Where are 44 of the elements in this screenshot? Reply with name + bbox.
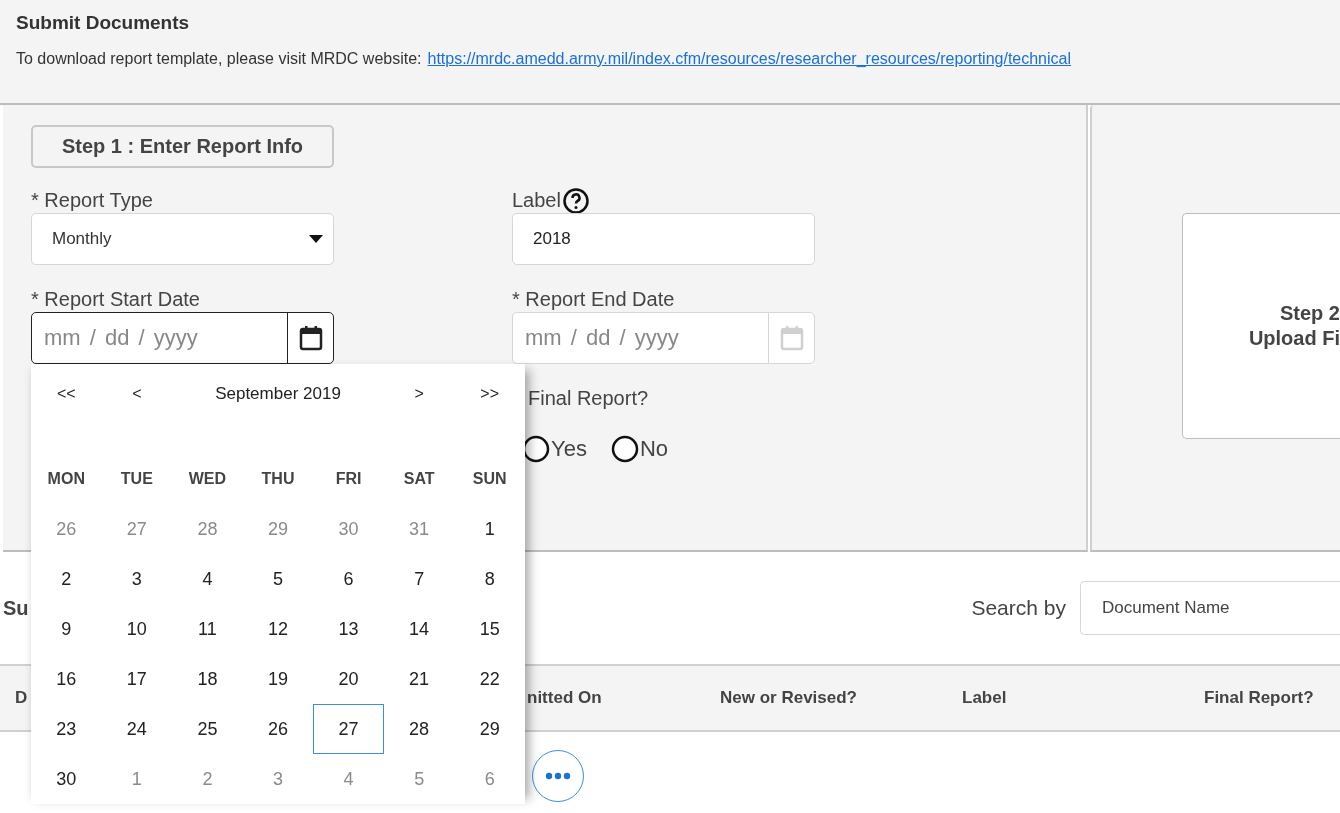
weekday-label: THU [260, 469, 296, 489]
next-button[interactable]: > [383, 374, 455, 414]
template-link[interactable]: https://mrdc.amedd.army.mil/index.cfm/resources/researcher_resources/reporting/technical [427, 50, 1072, 68]
date-field[interactable]: mm / dd / yyyy [31, 312, 334, 364]
search-select[interactable]: Document Name [1080, 581, 1340, 635]
field-label: * Report End Date [512, 287, 676, 312]
step-heading[interactable]: Step 1 : Enter Report Info [31, 125, 334, 168]
column-header[interactable]: nitted On [527, 688, 602, 707]
column-header[interactable]: New or Revised? [720, 688, 857, 707]
weekday-label: SAT [402, 469, 436, 489]
report-type-select[interactable]: Monthly [31, 213, 334, 265]
calendar-icon[interactable] [298, 325, 323, 351]
first-button[interactable]: << [31, 374, 102, 414]
page-title: Submit Documents [16, 12, 191, 35]
column-header[interactable]: Label [962, 688, 1007, 707]
weekday-label: TUE [119, 469, 154, 489]
label-field[interactable]: 2018 [512, 213, 815, 265]
section-title: Su [3, 596, 29, 620]
radio-button[interactable] [610, 435, 639, 463]
field-label: Label [512, 188, 561, 213]
weekday-label: MON [46, 469, 86, 489]
search-label: Search by [971, 596, 1066, 620]
column-header[interactable]: D [15, 688, 28, 707]
radio-label: Yes [551, 436, 587, 462]
previous-button[interactable]: < [101, 374, 173, 414]
calendar-day[interactable]: 27 [313, 704, 384, 754]
weekday-label: SUN [471, 469, 508, 489]
radio-button[interactable] [522, 435, 550, 463]
dots-icon [545, 772, 571, 780]
month-title: September 2019 [214, 383, 342, 405]
column-header[interactable]: Final Report? [1204, 688, 1314, 707]
caret-icon [309, 235, 323, 243]
more-button[interactable] [532, 750, 584, 802]
radio-label: No [639, 436, 668, 462]
date-field[interactable]: mm / dd / yyyy [512, 312, 815, 364]
help-icon[interactable] [562, 187, 589, 214]
intro-text: To download report template, please visit MRDC website: [16, 50, 422, 68]
weekday-label: WED [187, 469, 228, 489]
weekday-label: FRI [334, 469, 363, 489]
field-label: * Report Start Date [31, 287, 201, 312]
field-label: * Report Type [31, 188, 154, 213]
upload-box[interactable]: Step 2 Upload Fi [1182, 213, 1340, 439]
field-label: Final Report? [528, 386, 650, 411]
last-button[interactable]: >> [454, 374, 525, 414]
